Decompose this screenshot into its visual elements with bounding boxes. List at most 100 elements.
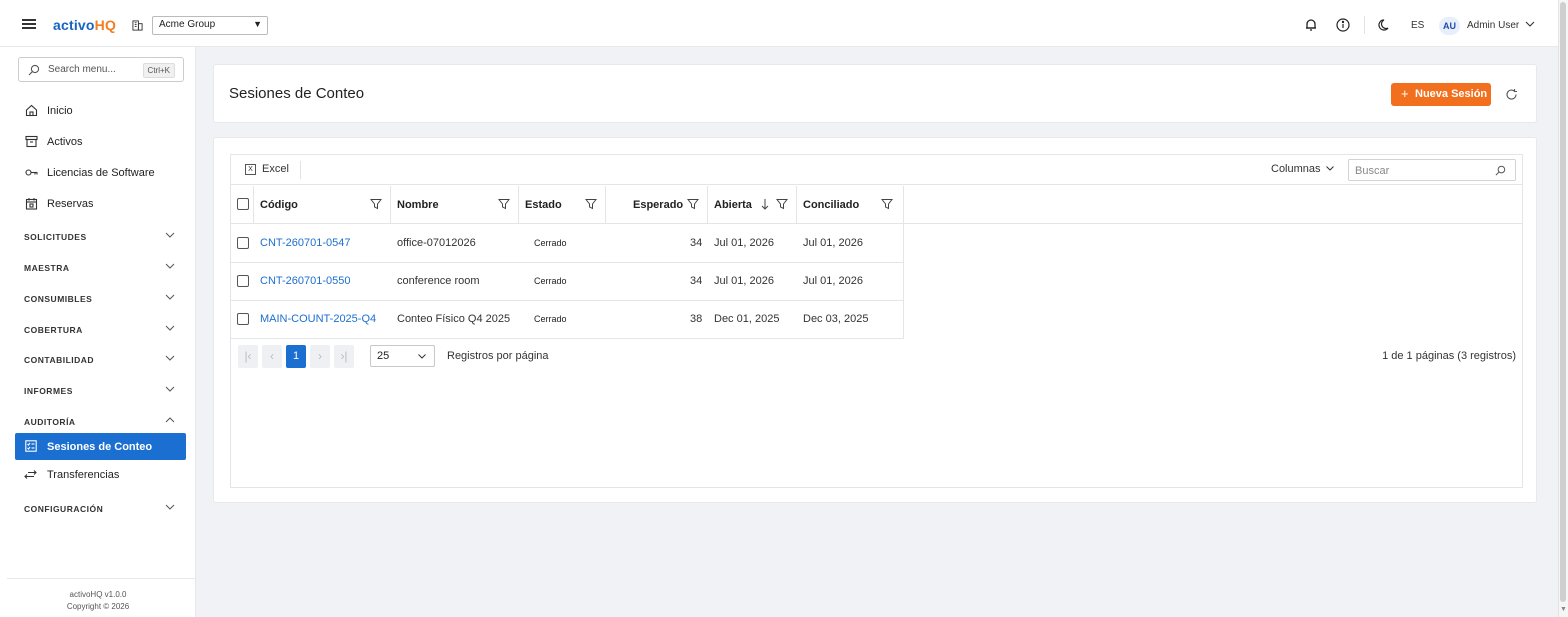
- column-header-codigo[interactable]: Código: [254, 186, 391, 224]
- transfer-icon: [24, 470, 37, 479]
- column-header-conciliado[interactable]: Conciliado: [797, 186, 904, 224]
- data-grid: X Excel Columnas Buscar Código Nombre Es…: [230, 154, 1523, 488]
- divider: [1364, 16, 1365, 34]
- bell-icon[interactable]: [1304, 18, 1318, 32]
- opened-date: Dec 01, 2025: [714, 313, 780, 325]
- sidebar-item-reservas[interactable]: Reservas: [0, 192, 196, 216]
- row-checkbox[interactable]: [237, 237, 249, 249]
- filter-icon[interactable]: [776, 198, 788, 210]
- search-icon: [1495, 165, 1506, 176]
- select-all-checkbox[interactable]: [237, 198, 249, 210]
- table-row[interactable]: MAIN-COUNT-2025-Q4 Conteo Físico Q4 2025…: [231, 301, 904, 339]
- session-name: conference room: [397, 275, 480, 287]
- column-header-nombre[interactable]: Nombre: [391, 186, 519, 224]
- sidebar-item-transferencias[interactable]: Transferencias: [0, 463, 196, 487]
- menu-icon[interactable]: [22, 19, 36, 29]
- chevron-down-icon: [165, 504, 175, 510]
- info-icon[interactable]: [1336, 18, 1350, 32]
- columns-button[interactable]: Columnas: [1271, 163, 1321, 175]
- grid-search-input[interactable]: Buscar: [1348, 159, 1516, 181]
- app-version: activoHQ v1.0.0: [69, 590, 127, 599]
- calendar-icon: [25, 198, 38, 210]
- sidebar-item-inicio[interactable]: Inicio: [0, 99, 196, 123]
- sidebar-item-licencias[interactable]: Licencias de Software: [0, 161, 196, 185]
- status-badge: Cerrado: [534, 238, 567, 248]
- section-contabilidad[interactable]: CONTABILIDAD: [0, 350, 196, 370]
- grid-card: X Excel Columnas Buscar Código Nombre Es…: [213, 137, 1537, 503]
- checklist-icon: [25, 440, 37, 452]
- expected-count: 34: [690, 237, 703, 249]
- previous-page-button[interactable]: ‹: [262, 345, 282, 368]
- new-session-button[interactable]: + Nueva Sesión: [1391, 83, 1491, 106]
- session-name: Conteo Físico Q4 2025: [397, 313, 511, 325]
- copyright: Copyright © 2026: [66, 602, 130, 611]
- page-header-card: Sesiones de Conteo + Nueva Sesión: [213, 64, 1537, 123]
- filter-icon[interactable]: [687, 198, 699, 210]
- session-code-link[interactable]: MAIN-COUNT-2025-Q4: [260, 313, 376, 325]
- session-code-link[interactable]: CNT-260701-0550: [260, 275, 351, 287]
- column-header-abierta[interactable]: Abierta: [708, 186, 797, 224]
- section-maestra[interactable]: MAESTRA: [0, 258, 196, 278]
- next-page-button[interactable]: ›: [310, 345, 330, 368]
- filter-icon[interactable]: [585, 198, 597, 210]
- key-icon: [25, 169, 38, 176]
- divider: [903, 224, 904, 339]
- page-info: 1 de 1 páginas (3 registros): [1382, 350, 1516, 362]
- row-checkbox[interactable]: [237, 275, 249, 287]
- chevron-down-icon[interactable]: [1525, 21, 1535, 27]
- table-row[interactable]: CNT-260701-0547 office-07012026 Cerrado …: [231, 225, 904, 263]
- chevron-down-icon: [165, 294, 175, 300]
- filter-icon[interactable]: [498, 198, 510, 210]
- row-checkbox[interactable]: [237, 313, 249, 325]
- chevron-down-icon: ▼: [253, 19, 262, 29]
- status-badge: Cerrado: [534, 314, 567, 324]
- divider: [300, 161, 301, 179]
- opened-date: Jul 01, 2026: [714, 237, 774, 249]
- search-icon: [28, 64, 40, 76]
- reconciled-date: Dec 03, 2025: [803, 313, 869, 325]
- chevron-down-icon[interactable]: [1326, 166, 1334, 171]
- column-header-estado[interactable]: Estado: [519, 186, 606, 224]
- page-button-current[interactable]: 1: [286, 345, 306, 368]
- menu-search-input[interactable]: Search menu... Ctrl+K: [18, 57, 184, 82]
- first-page-button[interactable]: |‹: [238, 345, 258, 368]
- scroll-down-icon[interactable]: ▼: [1560, 606, 1567, 613]
- language-toggle[interactable]: ES: [1411, 20, 1424, 31]
- filter-icon[interactable]: [881, 198, 893, 210]
- refresh-icon[interactable]: [1505, 88, 1518, 101]
- keyboard-shortcut: Ctrl+K: [142, 63, 175, 78]
- moon-icon[interactable]: [1378, 18, 1392, 32]
- chevron-down-icon: [165, 355, 175, 361]
- reconciled-date: Jul 01, 2026: [803, 237, 863, 249]
- sidebar-item-activos[interactable]: Activos: [0, 130, 196, 154]
- sidebar-item-sesiones-de-conteo[interactable]: Sesiones de Conteo: [15, 433, 186, 460]
- expected-count: 38: [690, 313, 703, 325]
- column-header-esperado[interactable]: Esperado: [606, 186, 708, 224]
- session-name: office-07012026: [397, 237, 476, 249]
- select-all-cell: [231, 186, 254, 224]
- section-configuracion[interactable]: CONFIGURACIÓN: [0, 499, 196, 519]
- section-cobertura[interactable]: COBERTURA: [0, 320, 196, 340]
- status-badge: Cerrado: [534, 276, 567, 286]
- session-code-link[interactable]: CNT-260701-0547: [260, 237, 351, 249]
- scrollbar-thumb[interactable]: [1560, 2, 1566, 602]
- user-name[interactable]: Admin User: [1467, 20, 1519, 31]
- app-logo[interactable]: activoHQ: [53, 17, 116, 33]
- excel-icon: X: [245, 164, 256, 175]
- sort-descending-icon[interactable]: [760, 198, 770, 210]
- table-row[interactable]: CNT-260701-0550 conference room Cerrado …: [231, 263, 904, 301]
- section-consumibles[interactable]: CONSUMIBLES: [0, 289, 196, 309]
- organization-select[interactable]: Acme Group ▼: [152, 16, 268, 35]
- chevron-down-icon: [165, 232, 175, 238]
- archive-icon: [25, 135, 38, 148]
- opened-date: Jul 01, 2026: [714, 275, 774, 287]
- avatar[interactable]: AU: [1439, 17, 1460, 35]
- section-informes[interactable]: INFORMES: [0, 381, 196, 401]
- filter-icon[interactable]: [370, 198, 382, 210]
- page-size-select[interactable]: 25: [370, 345, 435, 367]
- divider: [7, 578, 196, 579]
- last-page-button[interactable]: ›|: [334, 345, 354, 368]
- section-auditoria[interactable]: AUDITORÍA: [0, 412, 196, 432]
- chevron-down-icon: [165, 386, 175, 392]
- section-solicitudes[interactable]: SOLICITUDES: [0, 227, 196, 247]
